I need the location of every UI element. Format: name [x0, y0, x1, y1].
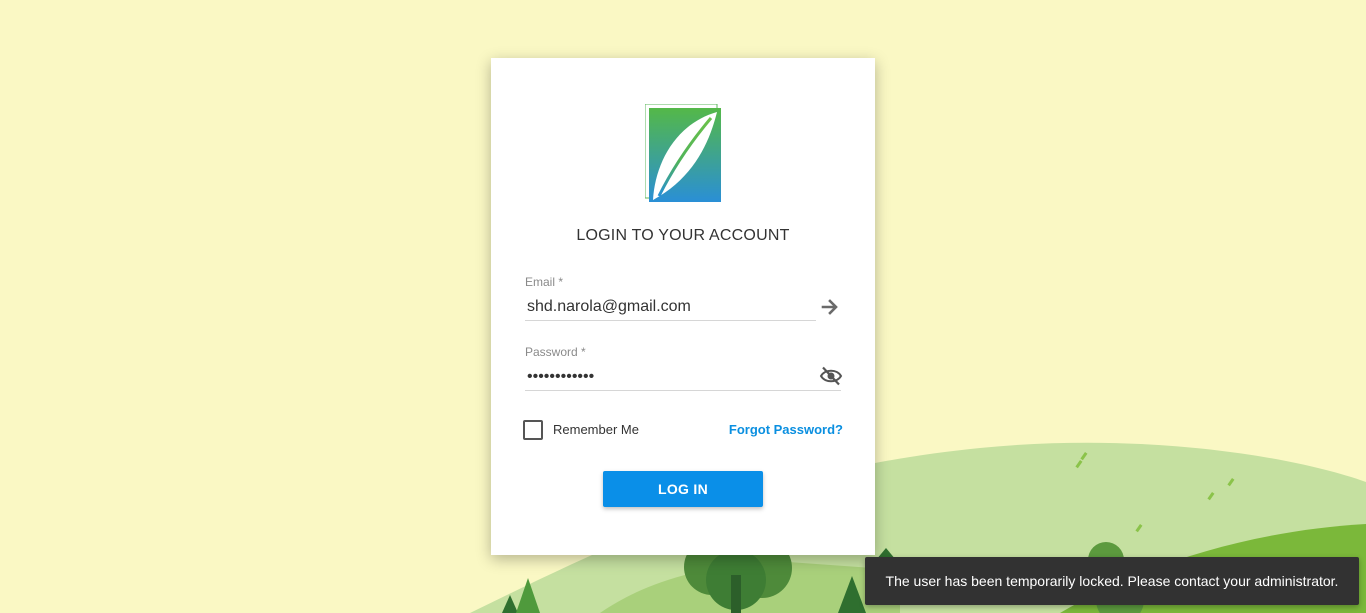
- remember-me-label: Remember Me: [553, 422, 639, 437]
- email-field[interactable]: [525, 293, 816, 321]
- eye-off-icon[interactable]: [818, 364, 844, 388]
- leaf-logo-icon: [645, 104, 721, 202]
- remember-me-checkbox[interactable]: [523, 420, 543, 440]
- email-label: Email *: [525, 275, 564, 289]
- login-button[interactable]: LOG IN: [603, 471, 763, 507]
- error-toast: The user has been temporarily locked. Pl…: [865, 557, 1359, 605]
- forgot-password-link[interactable]: Forgot Password?: [729, 422, 843, 437]
- toast-message: The user has been temporarily locked. Pl…: [885, 573, 1339, 589]
- login-card: LOGIN TO YOUR ACCOUNT Email * Password *…: [491, 58, 875, 555]
- page-title: LOGIN TO YOUR ACCOUNT: [576, 227, 790, 244]
- arrow-right-icon[interactable]: [818, 295, 842, 319]
- password-label: Password *: [525, 345, 586, 359]
- password-field[interactable]: [525, 363, 841, 391]
